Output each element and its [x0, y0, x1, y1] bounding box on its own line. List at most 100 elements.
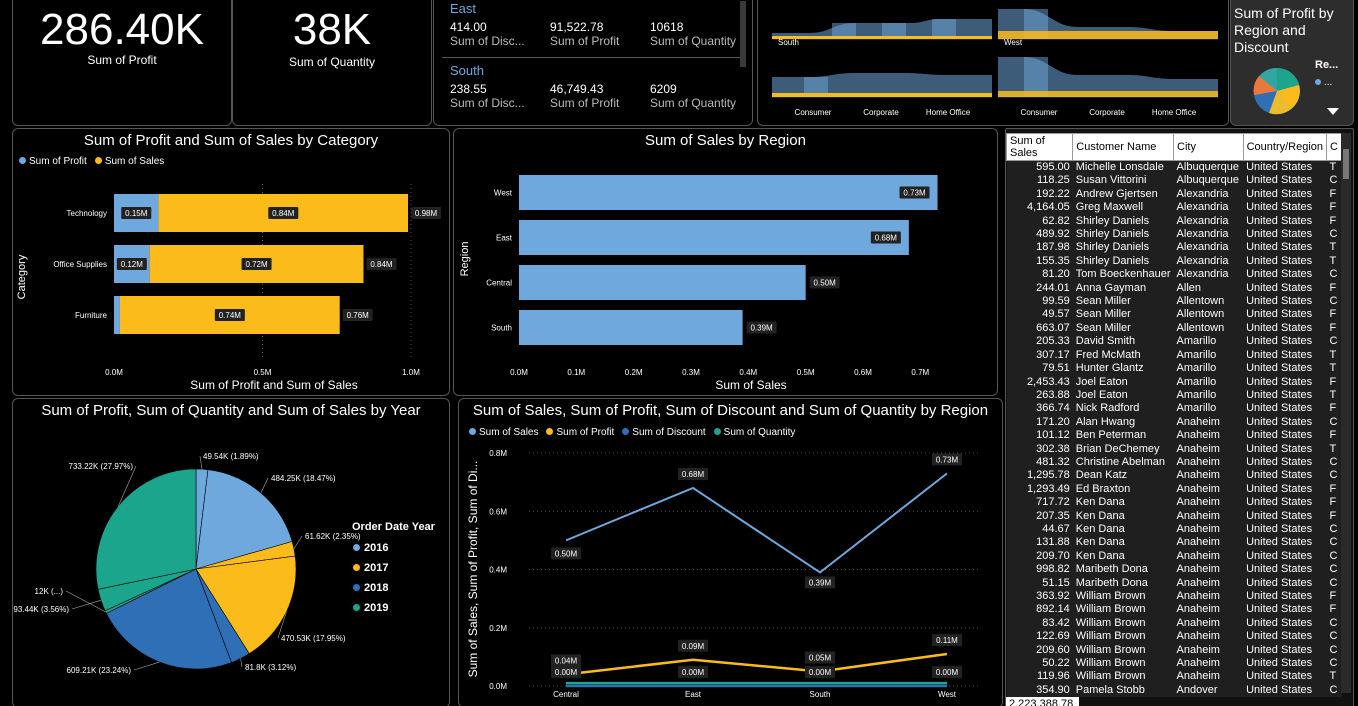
profit-kpi-card[interactable]: 286.40K Sum of Profit — [12, 0, 232, 126]
table-row[interactable]: 489.92 Shirley Daniels Alexandria United St… — [1006, 228, 1342, 242]
table-row[interactable]: 307.17 Fred McMath Amarillo United States T — [1006, 348, 1342, 363]
table-row[interactable]: 1,295.78 Dean Katz Anaheim United States C — [1006, 469, 1342, 483]
table-cell: United States — [1246, 563, 1313, 576]
table-cell: F — [1329, 214, 1337, 227]
region-sales-chart-card[interactable]: Sum of Sales by Region Region West 0.73M Ea… — [453, 128, 998, 396]
table-row[interactable]: 717.72 Ken Dana Anaheim United States F — [1006, 496, 1342, 510]
table-cell: United States — [1246, 549, 1313, 562]
year-legend-item-2017[interactable]: 2017 — [353, 558, 388, 578]
region-multirow-card[interactable]: East 414.00 Sum of Disc... 91,522.78 Sum o… — [433, 0, 753, 126]
table-scrollbar[interactable] — [1341, 133, 1351, 693]
table-cell: 209.70 — [1036, 549, 1070, 562]
table-cell: Ed Braxton — [1075, 482, 1131, 495]
table-cell: Anaheim — [1176, 590, 1220, 602]
ribbon-x-consumer-2: Consumer — [1021, 108, 1058, 117]
table-row[interactable]: 51.15 Maribeth Dona Anaheim United States C — [1006, 576, 1342, 590]
table-row[interactable]: 50.22 William Brown Anaheim United States C — [1006, 657, 1342, 671]
pie-data-label: 609.21K (23.24%) — [67, 666, 132, 675]
table-row[interactable]: 122.69 William Brown Anaheim United States C — [1006, 630, 1342, 644]
table-row[interactable]: 363.92 William Brown Anaheim United States F — [1006, 590, 1342, 604]
table-cell: 481.32 — [1036, 455, 1070, 468]
table-cell: Anaheim — [1176, 469, 1220, 482]
region-discount-pie — [1253, 67, 1300, 115]
table-row[interactable]: 83.42 William Brown Anaheim United States C — [1006, 616, 1342, 631]
table-row[interactable]: 155.35 Shirley Daniels Alexandria United St… — [1006, 254, 1342, 269]
col-header-country[interactable]: Country/Region — [1242, 133, 1328, 161]
ribbon-chart-card[interactable]: South West Consumer Corporate Home Offic… — [757, 0, 1229, 126]
table-row[interactable]: 998.82 Maribeth Dona Anaheim United States C — [1006, 563, 1342, 577]
table-row[interactable]: 481.32 Christine Abelman Anaheim United Sta… — [1006, 455, 1342, 470]
table-cell: Anaheim — [1176, 563, 1220, 576]
data-label-profit: 0.09M — [682, 642, 705, 651]
east-discount-value: 414.00 — [450, 20, 487, 34]
table-row[interactable]: 131.88 Ken Dana Anaheim United States C — [1006, 536, 1342, 550]
table-row[interactable]: 207.35 Ken Dana Anaheim United States F — [1006, 509, 1342, 523]
table-row[interactable]: 1,293.49 Ed Braxton Anaheim United States F — [1006, 482, 1342, 497]
col-header-sales[interactable]: Sum of Sales — [1006, 133, 1074, 161]
table-row[interactable]: 663.07 Sean Miller Allentown United States F — [1006, 321, 1342, 336]
customer-table-card[interactable]: Sum of Sales Customer Name City Country/… — [1005, 128, 1354, 706]
table-cell: Anaheim — [1176, 630, 1220, 643]
region-line-chart-card[interactable]: Sum of Sales, Sum of Profit, Sum of Disc… — [458, 398, 1003, 706]
table-row[interactable]: 62.82 Shirley Daniels Alexandria United Sta… — [1006, 214, 1342, 229]
table-row[interactable]: 302.38 Brian DeChemey Anaheim United States… — [1006, 442, 1342, 456]
table-row[interactable]: 354.90 Pamela Stobb Andover United States C — [1006, 683, 1342, 698]
multirow-scrollbar[interactable] — [740, 1, 746, 67]
region-discount-pie-card[interactable]: Sum of Profit by Region and Discount Re.… — [1230, 0, 1354, 126]
table-cell: T — [1329, 161, 1337, 173]
table-row[interactable]: 366.74 Nick Radford Amarillo United States F — [1006, 402, 1342, 416]
table-cell: United States — [1246, 362, 1313, 375]
pie-slice — [95, 468, 197, 590]
table-row[interactable]: 99.59 Sean Miller Allentown United States C — [1006, 295, 1342, 309]
year-legend-item-2019[interactable]: 2019 — [353, 598, 388, 618]
pie-data-label: 733.22K (27.97%) — [69, 462, 134, 471]
col-header-city[interactable]: City — [1173, 133, 1244, 161]
table-cell: United States — [1246, 469, 1313, 482]
table-cell: C — [1329, 455, 1338, 468]
year-legend-item-2016[interactable]: 2016 — [353, 538, 388, 558]
table-cell: F — [1329, 590, 1337, 602]
col-header-category[interactable]: C — [1326, 133, 1342, 161]
x-tick: 0.0M — [510, 368, 528, 377]
table-row[interactable]: 187.98 Shirley Daniels Alexandria United St… — [1006, 241, 1342, 255]
quantity-kpi-card[interactable]: 38K Sum of Quantity — [232, 0, 432, 126]
year-pie-chart-card[interactable]: Sum of Profit, Sum of Quantity and Sum o… — [12, 398, 450, 706]
table-row[interactable]: 209.60 William Brown Anaheim United States C — [1006, 643, 1342, 658]
table-row[interactable]: 205.33 David Smith Amarillo United States C — [1006, 335, 1342, 349]
table-row[interactable]: 4,164.05 Greg Maxwell Alexandria United Sta… — [1006, 201, 1342, 215]
table-scrollbar-thumb[interactable] — [1343, 149, 1349, 179]
region-discount-pie-title: Sum of Profit by Region and Discount — [1234, 5, 1334, 55]
year-legend-item-2018[interactable]: 2018 — [353, 578, 388, 598]
col-header-customer[interactable]: Customer Name — [1072, 133, 1175, 161]
table-row[interactable]: 118.25 Susan Vittorini Albuquerque United S… — [1006, 174, 1342, 188]
east-profit-value: 91,522.78 — [550, 20, 604, 34]
table-row[interactable]: 101.12 Ben Peterman Anaheim United States F — [1006, 429, 1342, 443]
table-row[interactable]: 49.57 Sean Miller Allentown United States F — [1006, 308, 1342, 322]
table-row[interactable]: 79.51 Hunter Glantz Amarillo United States T — [1006, 362, 1342, 376]
table-row[interactable]: 892.14 William Brown Anaheim United States F — [1006, 603, 1342, 617]
multirow-south: South 238.55 Sum of Disc... 46,749.43 Sum … — [450, 63, 750, 110]
table-cell: Nick Radford — [1075, 402, 1140, 415]
table-row[interactable]: 119.96 William Brown Anaheim United States T — [1006, 670, 1342, 684]
table-row[interactable]: 2,453.43 Joel Eaton Amarillo United States F — [1006, 375, 1342, 389]
table-row[interactable]: 192.22 Andrew Gjertsen Alexandria United St… — [1006, 187, 1342, 202]
chevron-down-icon[interactable] — [1327, 108, 1339, 115]
table-row[interactable]: 244.01 Anna Gayman Allen United States F — [1006, 281, 1342, 296]
table-row[interactable]: 209.70 Ken Dana Anaheim United States C — [1006, 549, 1342, 564]
table-row[interactable]: 44.67 Ken Dana Anaheim United States C — [1006, 522, 1342, 537]
ribbon-panel-south — [772, 19, 992, 40]
table-cell: 155.35 — [1036, 254, 1070, 267]
table-row[interactable]: 81.20 Tom Boeckenhauer Alexandria United St… — [1006, 268, 1342, 282]
line-series — [565, 652, 948, 676]
y-tick: 0.6M — [489, 507, 507, 516]
table-cell: 83.42 — [1042, 616, 1070, 629]
table-row[interactable]: 171.20 Alan Hwang Anaheim United States C — [1006, 415, 1342, 430]
category-chart-card[interactable]: Sum of Profit and Sum of Sales by Catego… — [12, 128, 450, 396]
table-cell: T — [1329, 362, 1337, 375]
table-cell: Alexandria — [1176, 201, 1229, 214]
table-cell: Allentown — [1176, 321, 1225, 334]
table-row[interactable]: 263.88 Joel Eaton Amarillo United States T — [1006, 388, 1342, 403]
table-cell: 118.25 — [1036, 174, 1070, 187]
table-cell: 363.92 — [1036, 590, 1070, 602]
table-row[interactable]: 595.00 Michelle Lonsdale Albuquerque United… — [1006, 160, 1342, 175]
